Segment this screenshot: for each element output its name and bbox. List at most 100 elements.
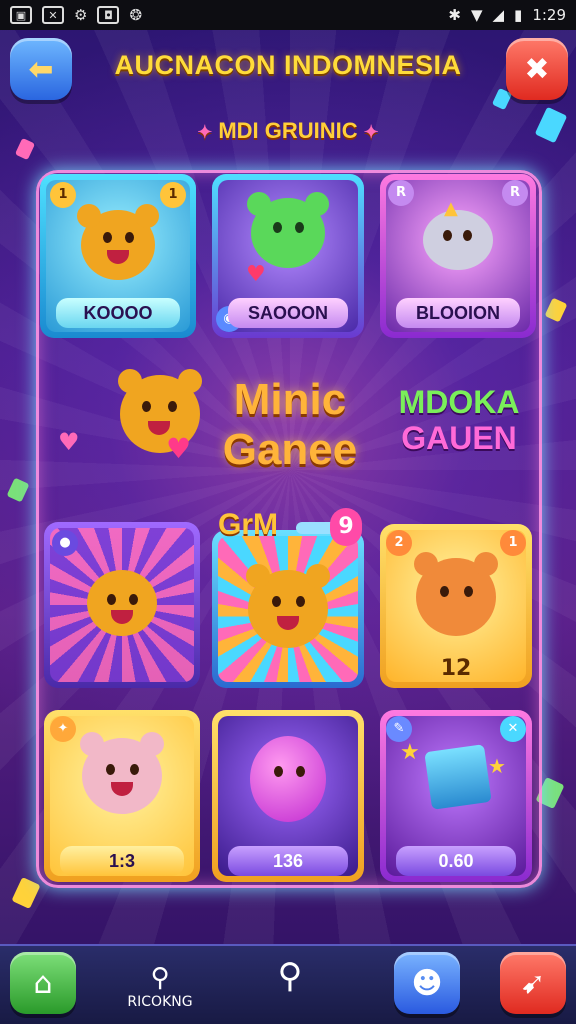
game-card[interactable]: ♥ ◉ SAOOON: [212, 174, 364, 338]
share-button[interactable]: ➹: [500, 952, 566, 1014]
frog-ear: [305, 192, 329, 216]
star-icon: ★: [400, 740, 420, 765]
signal-icon: ◢: [492, 6, 505, 24]
banner-badge: 9: [330, 508, 362, 546]
sync-icon: ❂: [129, 6, 143, 24]
bear-eye: [106, 764, 115, 775]
card-label: BLOOION: [396, 298, 520, 328]
clock-time: 1:29: [532, 6, 566, 24]
bear-eye: [272, 596, 281, 607]
heart-icon: ♥: [166, 432, 192, 465]
bear-eye: [129, 594, 138, 605]
bear-mascot: [80, 732, 164, 814]
vibrate-icon: ✱: [448, 6, 461, 24]
bottom-nav: ⌂ ⚲ RICOKNG ⚲ ☻ ➹: [0, 944, 576, 1024]
bear-ear: [135, 204, 159, 228]
chat-button[interactable]: ☻: [394, 952, 460, 1014]
bear-ear: [77, 204, 101, 228]
camera-icon: ◘: [97, 6, 120, 24]
arrow-left-icon: ⬅: [28, 51, 54, 87]
wifi-icon: ▼: [470, 6, 483, 24]
cat-eye: [443, 230, 452, 241]
balloon-mascot: [250, 736, 326, 822]
card-label: SAOOON: [228, 298, 348, 328]
home-icon: ⌂: [33, 965, 53, 1001]
game-title-line1: Minic: [233, 375, 347, 424]
star-icon: ★: [488, 754, 506, 778]
bear-mascot: [414, 552, 498, 636]
card-label: 136: [228, 846, 348, 876]
close-button[interactable]: ✖: [506, 38, 568, 100]
search-icon: ⚲: [277, 956, 303, 996]
bear-eye: [464, 586, 473, 597]
close-badge-icon: ✕: [500, 716, 526, 742]
bear-ear: [246, 564, 270, 588]
gift-box-icon: [424, 744, 492, 810]
crown-icon: ▲: [444, 198, 458, 219]
cat-eye: [463, 230, 472, 241]
card-label: KOOOO: [56, 298, 180, 328]
close-icon: ✖: [524, 51, 550, 87]
banner: GrM 9: [218, 504, 362, 548]
bear-mouth: [107, 250, 129, 264]
bear-ear: [474, 552, 498, 576]
game-card[interactable]: ●: [44, 522, 200, 688]
badge-left: 2: [386, 530, 412, 556]
bear-ear: [80, 732, 104, 756]
bear-mascot: [246, 564, 330, 648]
badge-left: R: [388, 180, 414, 206]
page-title: AUCNACON INDOMNESIA: [114, 50, 462, 80]
balloon-eye: [296, 766, 305, 777]
home-button[interactable]: ⌂: [10, 952, 76, 1014]
card-label: 0.60: [396, 846, 516, 876]
heart-icon: ♥: [58, 428, 80, 456]
game-title-line2: Ganee: [222, 425, 358, 474]
subtitle-text: MDI GRUINIC: [218, 118, 358, 143]
top-bar: ⬅ AUCNACON INDOMNESIA ✖: [0, 30, 576, 110]
back-button[interactable]: ⬅: [10, 38, 72, 100]
game-card[interactable]: 2 1 12: [380, 524, 532, 688]
sparkle-icon: ✦: [363, 122, 379, 142]
bear-ear: [178, 369, 202, 393]
game-card[interactable]: [212, 530, 364, 688]
bear-ear: [414, 552, 438, 576]
game-card[interactable]: ▲ R R BLOOION: [380, 174, 536, 338]
game-card[interactable]: 136: [212, 710, 364, 882]
chat-icon: ☻: [411, 965, 443, 1001]
search-button[interactable]: ⚲: [268, 956, 312, 996]
badge-right: 1: [500, 530, 526, 556]
game-card[interactable]: 1 1 KOOOO: [40, 174, 196, 338]
battery-icon: ▮: [514, 6, 523, 24]
status-bar: ▣ ✕ ⚙ ◘ ❂ ✱ ▼ ◢ ▮ 1:29: [0, 0, 576, 30]
tool-icon: ✎: [386, 716, 412, 742]
settings-icon: ⚙: [74, 6, 88, 24]
heart-icon: ♥: [246, 262, 266, 287]
megaphone-icon: ➹: [520, 965, 546, 1001]
badge-right: R: [502, 180, 528, 206]
bear-eye: [440, 586, 449, 597]
side-title: MDOKA GAUEN: [384, 386, 534, 454]
bear-mascot: [77, 204, 159, 280]
bear-ear: [306, 564, 330, 588]
bear-eye: [103, 232, 112, 243]
card-value: 12: [440, 656, 472, 681]
side-title-line2: GAUEN: [401, 420, 517, 456]
bear-ear: [140, 732, 164, 756]
game-card[interactable]: ★ ★ ✎ ✕ 0.60: [380, 710, 532, 882]
sparkle-badge-icon: ✦: [50, 716, 76, 742]
bear-mouth: [111, 782, 133, 796]
frog-mascot: [247, 192, 329, 268]
subtitle: ✦ MDI GRUINIC ✦: [0, 118, 576, 144]
bear-eye: [125, 232, 134, 243]
star-icon: ●: [52, 530, 78, 556]
bear-mouth: [277, 616, 299, 630]
search-icon: ⚲: [150, 963, 170, 993]
badge-left: 1: [50, 182, 76, 208]
image-icon: ✕: [42, 6, 64, 24]
game-title: Minic Ganee: [210, 378, 370, 472]
search-tab[interactable]: ⚲: [144, 956, 176, 994]
search-tab-label: RICOKNG: [127, 994, 193, 1010]
bear-mascot: [87, 570, 157, 636]
game-card[interactable]: ✦ 1:3: [44, 710, 200, 882]
banner-text: GrM: [218, 508, 278, 541]
